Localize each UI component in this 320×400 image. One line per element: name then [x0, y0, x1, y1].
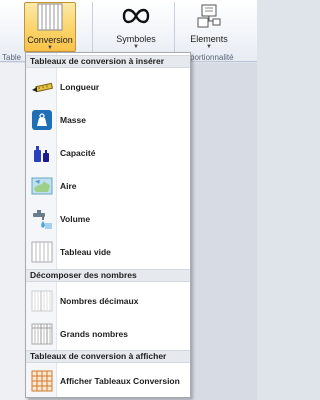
menu-item-label: Afficher Tableaux Conversion [60, 376, 180, 386]
menu-item-label: Longueur [60, 82, 100, 92]
menu-item-longueur[interactable]: Longueur [26, 71, 190, 103]
menu-item-label: Volume [60, 214, 91, 224]
chevron-down-icon: ▼ [47, 45, 53, 51]
decimal-table-icon [31, 290, 53, 312]
grid-table-icon [31, 370, 53, 392]
group-label-right: portionnalité [190, 53, 234, 62]
section-header-afficher: Tableaux de conversion à afficher [26, 350, 190, 363]
elements-label: Elements [190, 34, 228, 44]
chevron-down-icon: ▼ [133, 44, 139, 50]
menu-item-afficher-tableaux[interactable]: Afficher Tableaux Conversion [26, 365, 190, 397]
menu-item-label: Aire [60, 181, 77, 191]
symboles-label: Symboles [116, 34, 156, 44]
menu-item-label: Masse [60, 115, 86, 125]
elements-icon [195, 2, 223, 32]
conversion-dropdown-menu: Tableaux de conversion à insérer Longueu… [25, 52, 191, 398]
conversion-button[interactable]: Conversion ▼ [24, 2, 76, 52]
bottles-icon [31, 142, 53, 164]
chevron-down-icon: ▼ [206, 44, 212, 50]
columns-icon [37, 3, 63, 33]
elements-button[interactable]: Elements ▼ [184, 2, 234, 52]
menu-item-label: Nombres décimaux [60, 296, 139, 306]
group-label-left: Table [2, 53, 22, 62]
menu-item-volume[interactable]: Volume [26, 203, 190, 235]
ruler-icon [31, 76, 53, 98]
big-numbers-table-icon [31, 323, 53, 345]
symboles-button[interactable]: Symboles ▼ [110, 2, 162, 52]
section-header-decomposer: Décomposer des nombres [26, 269, 190, 282]
section-header-inserer: Tableaux de conversion à insérer [26, 55, 190, 68]
menu-item-masse[interactable]: Masse [26, 104, 190, 136]
empty-table-icon [31, 241, 53, 263]
menu-item-aire[interactable]: Aire [26, 170, 190, 202]
document-page-edge [0, 63, 28, 400]
menu-item-grands-nombres[interactable]: Grands nombres [26, 318, 190, 350]
weight-icon [31, 109, 53, 131]
menu-item-label: Tableau vide [60, 247, 111, 257]
conversion-label: Conversion [27, 35, 73, 45]
faucet-icon [31, 208, 53, 230]
menu-item-capacite[interactable]: Capacité [26, 137, 190, 169]
map-area-icon [31, 175, 53, 197]
menu-item-label: Grands nombres [60, 329, 129, 339]
menu-item-label: Capacité [60, 148, 96, 158]
menu-item-nombres-decimaux[interactable]: Nombres décimaux [26, 285, 190, 317]
infinity-icon [121, 2, 151, 32]
menu-item-tableau-vide[interactable]: Tableau vide [26, 236, 190, 268]
